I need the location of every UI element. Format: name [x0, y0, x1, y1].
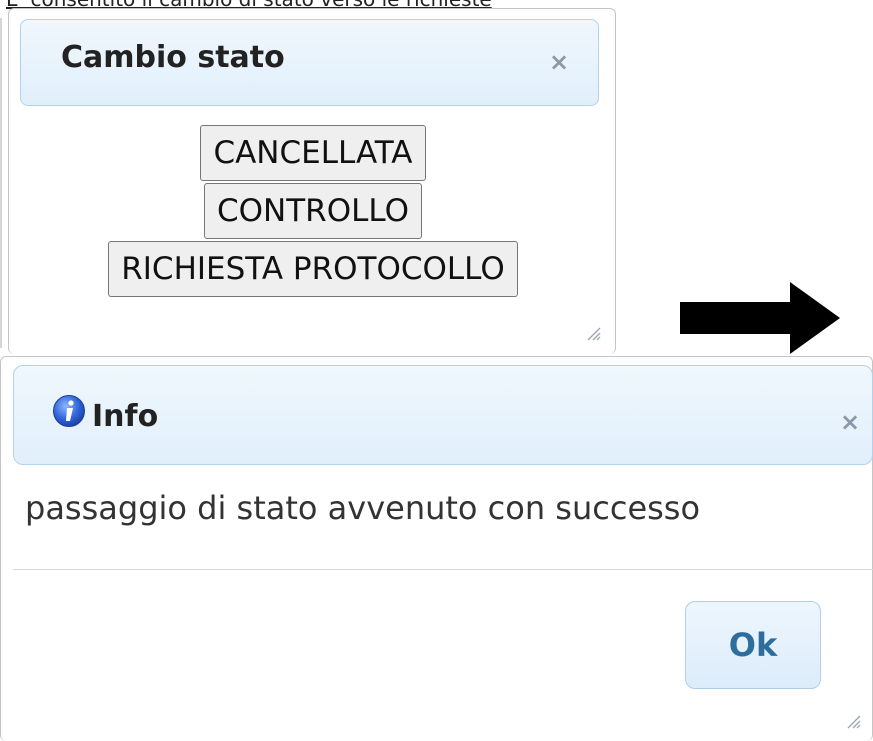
resize-grip-icon[interactable]	[845, 713, 861, 729]
dialog-message: passaggio di stato avvenuto con successo	[25, 489, 701, 527]
right-arrow-icon	[680, 282, 840, 354]
state-button-controllo[interactable]: CONTROLLO	[204, 183, 422, 239]
state-button-list: CANCELLATA CONTROLLO RICHIESTA PROTOCOLL…	[9, 125, 617, 299]
info-icon	[53, 395, 85, 427]
dialog-title: Info	[92, 399, 159, 434]
divider	[13, 569, 873, 570]
dialog-title: Cambio stato	[61, 40, 285, 75]
close-icon[interactable]: ×	[840, 410, 860, 434]
close-icon[interactable]: ×	[549, 50, 569, 74]
cambio-stato-dialog: Cambio stato × CANCELLATA CONTROLLO RICH…	[8, 8, 616, 354]
info-dialog: Info × passaggio di stato avvenuto con s…	[0, 356, 873, 741]
resize-grip-icon[interactable]	[585, 325, 601, 341]
dialog-titlebar[interactable]: Cambio stato ×	[20, 19, 599, 106]
state-button-richiesta-protocollo[interactable]: RICHIESTA PROTOCOLLO	[108, 241, 518, 297]
page-background-line	[0, 18, 2, 348]
dialog-titlebar[interactable]: Info ×	[13, 365, 873, 465]
state-button-cancellata[interactable]: CANCELLATA	[200, 125, 426, 181]
ok-button[interactable]: Ok	[685, 601, 821, 689]
